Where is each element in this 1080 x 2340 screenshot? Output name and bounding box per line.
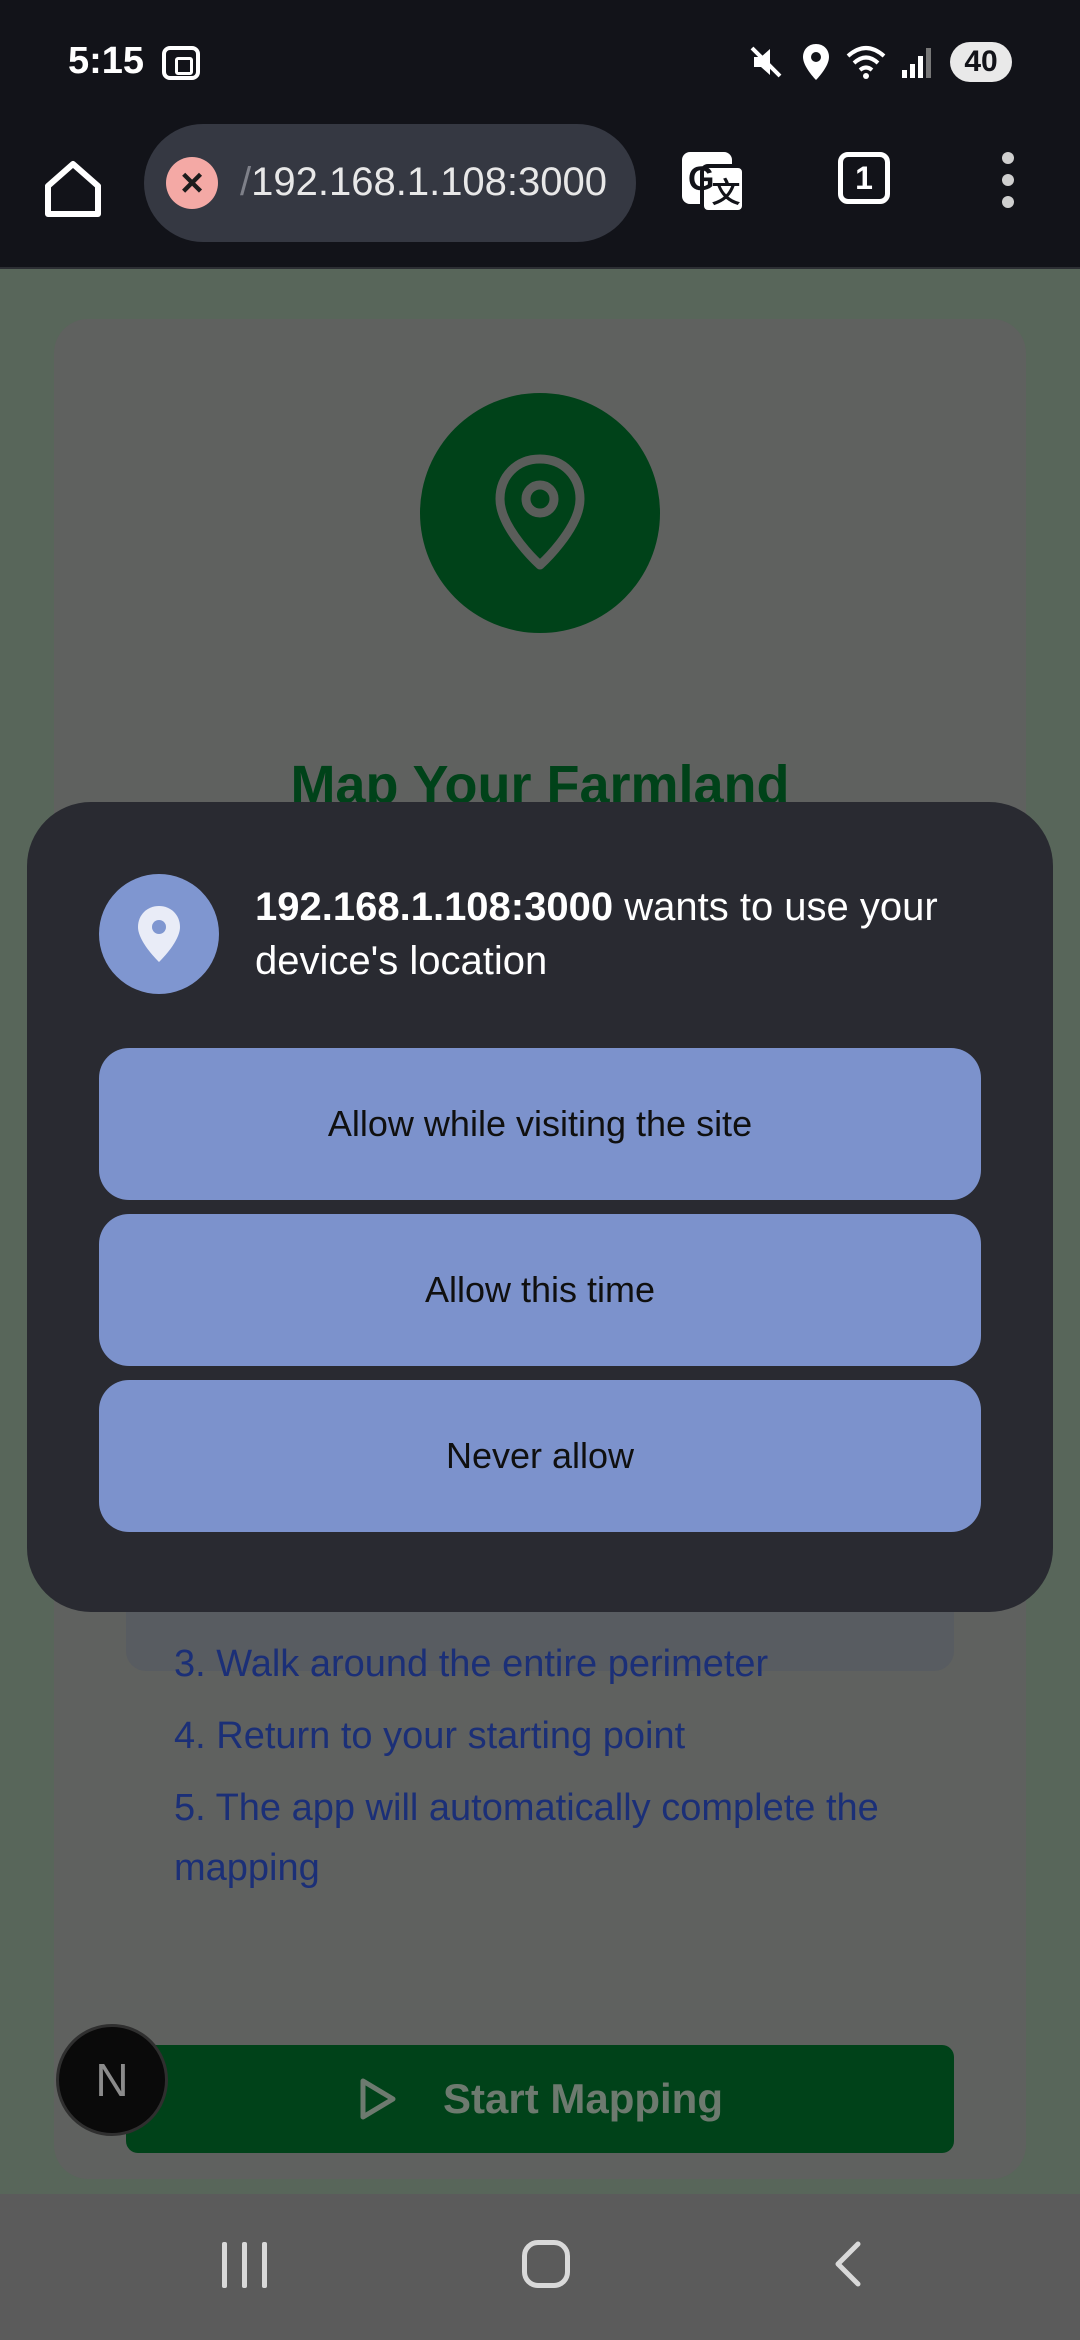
browser-toolbar: × /192.168.1.108:3000 G 文 1 — [0, 124, 1080, 269]
insecure-icon[interactable]: × — [166, 157, 218, 209]
tabs-icon[interactable]: 1 — [838, 152, 890, 204]
system-nav-bar — [0, 2194, 1080, 2340]
allow-this-time-button[interactable]: Allow this time — [99, 1214, 981, 1366]
url-bar[interactable]: × /192.168.1.108:3000 — [144, 124, 636, 242]
wifi-icon — [846, 46, 886, 79]
svg-text:文: 文 — [712, 176, 740, 208]
location-icon — [803, 44, 829, 80]
battery-icon: 40 — [950, 42, 1012, 82]
home-nav-icon[interactable] — [522, 2240, 570, 2288]
permission-message: 192.168.1.108:3000 wants to use your dev… — [255, 885, 938, 983]
translate-icon[interactable]: G 文 — [680, 148, 748, 216]
list-item: 3. Walk around the entire perimeter — [174, 1643, 769, 1685]
allow-while-visiting-button[interactable]: Allow while visiting the site — [99, 1048, 981, 1200]
instruction-steps-list: 3. Walk around the entire perimeter 4. R… — [174, 1634, 954, 1910]
menu-icon[interactable] — [994, 152, 1024, 212]
map-pin-badge — [420, 393, 660, 633]
location-permission-dialog: 192.168.1.108:3000 wants to use your dev… — [27, 802, 1053, 1612]
start-mapping-label: Start Mapping — [443, 2075, 723, 2122]
location-pin-icon — [99, 874, 219, 994]
next-dev-badge[interactable]: N — [56, 2024, 168, 2136]
list-item: 4. Return to your starting point — [174, 1715, 686, 1757]
never-allow-button[interactable]: Never allow — [99, 1380, 981, 1532]
home-icon[interactable] — [40, 156, 106, 222]
back-icon[interactable] — [826, 2240, 874, 2288]
url-text[interactable]: /192.168.1.108:3000 — [240, 160, 607, 205]
list-item: 5. The app will automatically complete t… — [174, 1787, 879, 1889]
screenshot-icon — [162, 46, 200, 80]
recents-icon[interactable] — [222, 2242, 268, 2288]
status-icons: 40 — [746, 40, 1012, 84]
mute-icon — [750, 46, 782, 78]
status-time: 5:15 — [68, 40, 145, 82]
start-mapping-button[interactable]: Start Mapping — [126, 2045, 954, 2153]
svg-text:G: G — [688, 160, 714, 198]
map-pin-icon — [495, 454, 585, 570]
play-icon — [360, 2078, 396, 2120]
signal-icon — [902, 48, 931, 78]
status-bar: 5:15 40 — [0, 0, 1080, 124]
